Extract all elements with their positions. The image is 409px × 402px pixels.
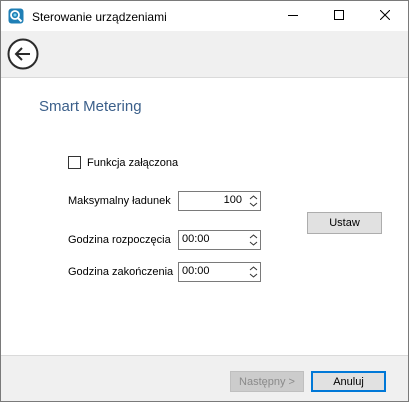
- start-time-spinbox[interactable]: 00:00: [178, 230, 261, 250]
- next-button[interactable]: Następny >: [230, 371, 304, 392]
- minimize-button[interactable]: [270, 1, 316, 31]
- navigation-bar: [1, 31, 408, 78]
- content-panel: Smart Metering Funkcja załączona Maksyma…: [1, 78, 408, 355]
- end-time-spinbox[interactable]: 00:00: [178, 262, 261, 282]
- max-load-spinbox[interactable]: 100: [178, 191, 261, 211]
- spin-arrows-icon[interactable]: [247, 263, 260, 281]
- max-load-value: 100: [223, 194, 242, 206]
- footer-bar: Następny > Anuluj: [1, 355, 408, 401]
- close-icon: [379, 9, 391, 23]
- page-title: Smart Metering: [39, 98, 142, 115]
- function-enabled-checkbox[interactable]: [68, 156, 81, 169]
- spin-arrows-icon[interactable]: [247, 231, 260, 249]
- window-title: Sterowanie urządzeniami: [32, 10, 167, 24]
- function-enabled-label: Funkcja załączona: [87, 156, 179, 169]
- start-time-value: 00:00: [182, 233, 210, 245]
- title-bar[interactable]: Sterowanie urządzeniami: [1, 1, 408, 31]
- maximize-button[interactable]: [316, 1, 362, 31]
- spin-arrows-icon[interactable]: [247, 192, 260, 210]
- end-time-value: 00:00: [182, 265, 210, 277]
- start-time-label: Godzina rozpoczęcia: [68, 234, 171, 246]
- back-arrow-icon: [7, 38, 39, 73]
- back-button[interactable]: [7, 38, 39, 70]
- end-time-label: Godzina zakończenia: [68, 266, 174, 278]
- minimize-icon: [288, 10, 298, 23]
- set-button[interactable]: Ustaw: [307, 212, 382, 234]
- function-enabled-checkbox-row[interactable]: Funkcja załączona: [68, 156, 178, 169]
- app-logo-icon: [8, 8, 24, 24]
- cancel-button[interactable]: Anuluj: [311, 371, 386, 392]
- app-window: Sterowanie urządzeniami Smart Metering F…: [0, 0, 409, 402]
- max-load-label: Maksymalny ładunek: [68, 195, 171, 207]
- maximize-icon: [334, 9, 344, 23]
- close-button[interactable]: [362, 1, 408, 31]
